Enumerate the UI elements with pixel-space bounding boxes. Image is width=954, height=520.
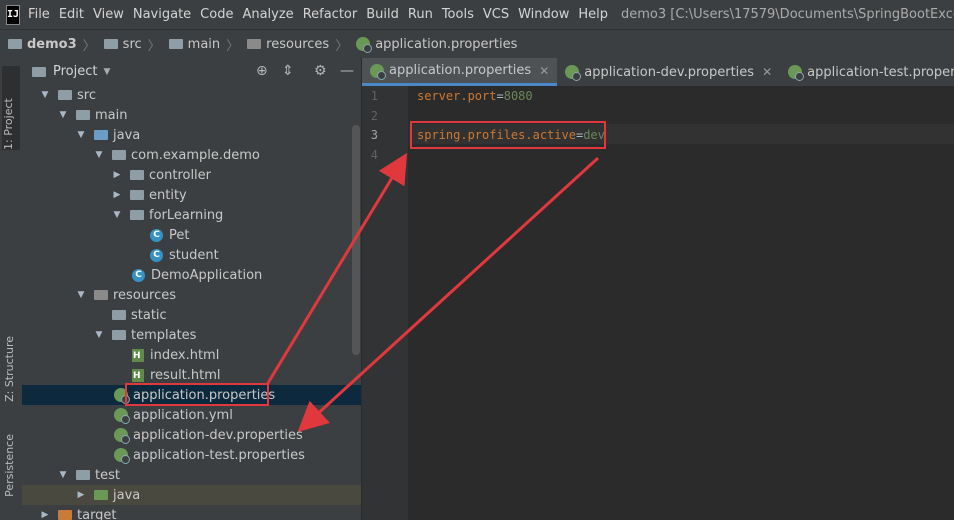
annotation-arrows: [266, 152, 600, 433]
arrow-code-to-dev-file: [297, 156, 600, 433]
arrow-file-to-code: [266, 152, 408, 384]
